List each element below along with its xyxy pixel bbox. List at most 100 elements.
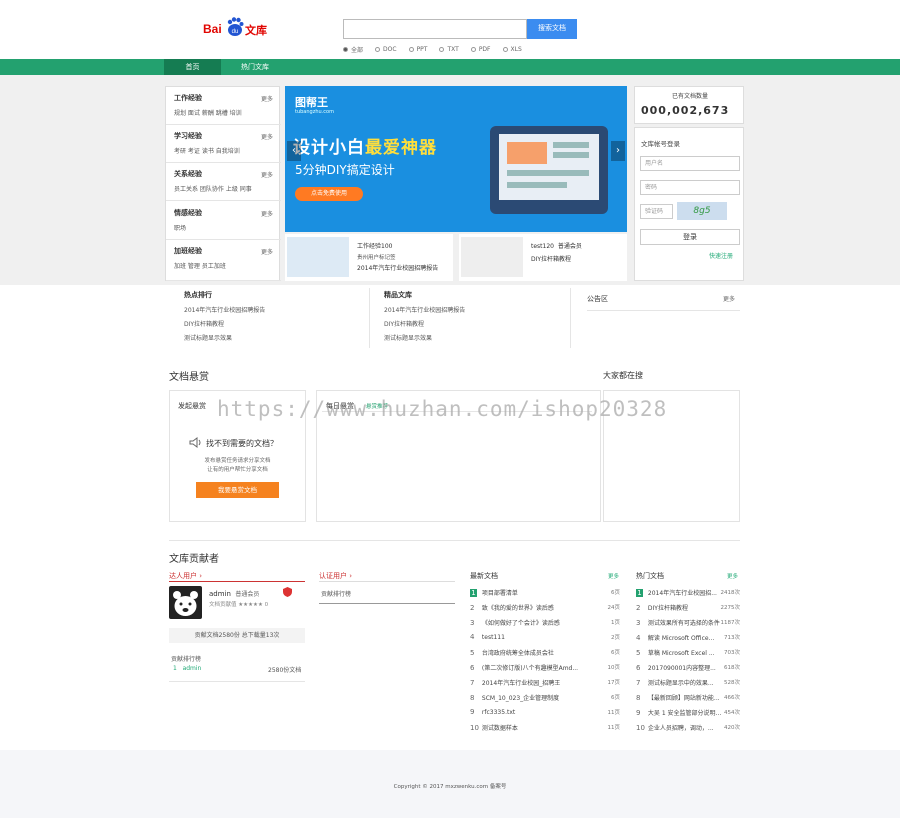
user-name[interactable]: admin <box>209 590 231 598</box>
hot-link[interactable]: 2014年汽车行业校园招聘报告 <box>184 305 265 314</box>
category-title[interactable]: 情感经验 <box>174 208 273 218</box>
category-more-link[interactable]: 更多 <box>261 132 273 141</box>
category-links[interactable]: 考研 考证 读书 自我培训 <box>174 146 273 155</box>
featured-link[interactable]: 2014年汽车行业校园招聘报告 <box>384 305 465 314</box>
filter-ppt[interactable]: PPT <box>408 44 427 54</box>
category-links[interactable]: 规划 面试 薪酬 跳槽 培训 <box>174 108 273 117</box>
list-item[interactable]: 4 解读 Microsoft Office... 713次 <box>636 633 740 646</box>
filter-xls[interactable]: XLS <box>502 44 522 54</box>
doc-title[interactable]: (第二次修订版)八个有趣模型Amd... <box>482 665 578 672</box>
list-item[interactable]: 3 测试效果所有可选择的条件 1187次 <box>636 618 740 631</box>
category-title[interactable]: 工作经验 <box>174 93 273 103</box>
latest-more-link[interactable]: 更多 <box>608 572 619 580</box>
hot-link[interactable]: 测试标题显示效果 <box>184 333 265 342</box>
doc-title[interactable]: 【最新回顾】网站新功能... <box>648 695 720 702</box>
register-link[interactable]: 快速注册 <box>709 251 733 260</box>
list-item[interactable]: 2 DIY拉杆箱教程 2275次 <box>636 603 740 616</box>
filter-txt[interactable]: TXT <box>439 44 459 54</box>
category-links[interactable]: 职场 <box>174 223 273 232</box>
doc-title[interactable]: 台湾政府统筹全体成员会社 <box>482 650 554 657</box>
avatar[interactable] <box>169 586 202 619</box>
password-field[interactable]: 密码 <box>640 180 740 195</box>
certified-users-tab[interactable]: 认证用户 › <box>319 571 352 581</box>
doc-title[interactable]: DIY拉杆箱教程 <box>648 605 688 612</box>
featured-link[interactable]: DIY拉杆箱教程 <box>384 319 465 328</box>
list-item[interactable]: 6 (第二次修订版)八个有趣模型Amd... 10页 <box>470 663 620 676</box>
doc-title[interactable]: 致《我的爱的世界》读后感 <box>482 605 554 612</box>
list-item[interactable]: 1 项目部署清单 6页 <box>470 588 620 601</box>
category-links[interactable]: 加班 管理 员工加班 <box>174 261 273 270</box>
doc-title[interactable]: 测试效果所有可选择的条件 <box>648 620 720 627</box>
filter-doc[interactable]: DOC <box>375 44 397 54</box>
doc-title[interactable]: 大吴 1 安全监管部分说明... <box>648 710 721 717</box>
login-button[interactable]: 登录 <box>640 229 740 245</box>
radio-icon[interactable] <box>375 46 381 52</box>
list-item[interactable]: 5 台湾政府统筹全体成员会社 6页 <box>470 648 620 661</box>
notice-more-link[interactable]: 更多 <box>723 294 735 303</box>
username-field[interactable]: 用户名 <box>640 156 740 171</box>
category-title[interactable]: 学习经验 <box>174 131 273 141</box>
doc-title[interactable]: 解读 Microsoft Office... <box>648 635 714 642</box>
captcha-field[interactable]: 验证码 <box>640 204 673 219</box>
list-item[interactable]: 5 草稿 Microsoft Excel ... 703次 <box>636 648 740 661</box>
certified-rank-tab[interactable]: 贡献排行榜 <box>321 589 351 598</box>
doc-title[interactable]: 2017090001内容整理... <box>648 665 716 672</box>
nav-hot-library[interactable]: 热门文库 <box>225 59 285 75</box>
rank-row[interactable]: 1 admin <box>173 665 201 672</box>
list-item[interactable]: 8 SCM_10_023_企业管理制度 6页 <box>470 693 620 706</box>
category-more-link[interactable]: 更多 <box>261 247 273 256</box>
list-item[interactable]: 4 test111 2页 <box>470 633 620 646</box>
category-title[interactable]: 加班经验 <box>174 246 273 256</box>
banner-cta-button[interactable]: 点击免费使用 <box>295 187 363 201</box>
doc-title[interactable]: 草稿 Microsoft Excel ... <box>648 650 715 657</box>
doc-title[interactable]: SCM_10_023_企业管理制度 <box>482 695 559 702</box>
nav-home[interactable]: 首页 <box>164 59 221 75</box>
list-item[interactable]: 9 rfc3335.txt 11页 <box>470 708 620 721</box>
radio-icon[interactable] <box>470 46 476 52</box>
doc-thumb[interactable]: test120 普通会员 DIY拉杆箱教程 <box>459 234 627 281</box>
hot-docs-more-link[interactable]: 更多 <box>727 572 738 580</box>
list-item[interactable]: 10 企业人员招聘，调动，... 420次 <box>636 723 740 736</box>
search-button[interactable]: 搜索文档 <box>527 19 577 39</box>
list-item[interactable]: 3 《如何做好了个会计》读后感 1页 <box>470 618 620 631</box>
doc-thumb[interactable]: 工作经验100 贵州用户标记签 2014年汽车行业校园招聘报告 <box>285 234 453 281</box>
doc-title[interactable]: 项目部署清单 <box>482 590 518 597</box>
doc-title[interactable]: 测试数据样本 <box>482 725 518 732</box>
radio-icon[interactable] <box>502 46 508 52</box>
radio-icon[interactable] <box>439 46 445 52</box>
category-more-link[interactable]: 更多 <box>261 170 273 179</box>
list-item[interactable]: 7 测试标题显示中的效果... 528次 <box>636 678 740 691</box>
category-links[interactable]: 员工关系 团队协作 上级 同事 <box>174 184 273 193</box>
featured-link[interactable]: 测试标题显示效果 <box>384 333 465 342</box>
list-item[interactable]: 7 2014年汽车行业校园_招聘王 17页 <box>470 678 620 691</box>
list-item[interactable]: 1 2014年汽车行业校园招... 2418次 <box>636 588 740 601</box>
doc-title[interactable]: 2014年汽车行业校园_招聘王 <box>482 680 560 687</box>
list-item[interactable]: 6 2017090001内容整理... 618次 <box>636 663 740 676</box>
category-more-link[interactable]: 更多 <box>261 94 273 103</box>
promo-banner[interactable]: 图帮王 tubangzhu.com 设计小白最爱神器 5分钟DIY搞定设计 点击… <box>285 86 627 232</box>
hot-link[interactable]: DIY拉杆箱教程 <box>184 319 265 328</box>
list-item[interactable]: 9 大吴 1 安全监管部分说明... 454次 <box>636 708 740 721</box>
category-more-link[interactable]: 更多 <box>261 209 273 218</box>
captcha-image[interactable]: 8g5 <box>677 202 727 220</box>
list-item[interactable]: 10 测试数据样本 11页 <box>470 723 620 736</box>
banner-prev-arrow[interactable]: ‹ <box>287 141 301 161</box>
doc-title[interactable]: rfc3335.txt <box>482 709 515 716</box>
doc-title[interactable]: 2014年汽车行业校园招... <box>648 590 717 597</box>
banner-next-arrow[interactable]: › <box>611 141 625 161</box>
filter-pdf[interactable]: PDF <box>470 44 491 54</box>
doc-title[interactable]: test111 <box>482 634 505 641</box>
baidu-wenku-logo[interactable]: Bai du 文库 <box>203 14 273 44</box>
doc-title[interactable]: 测试标题显示中的效果... <box>648 680 714 687</box>
category-title[interactable]: 关系经验 <box>174 169 273 179</box>
search-input[interactable] <box>343 19 527 39</box>
radio-icon[interactable] <box>408 46 414 52</box>
doc-title[interactable]: 企业人员招聘，调动，... <box>648 725 714 732</box>
post-reward-button[interactable]: 我要悬赏文档 <box>196 482 279 498</box>
list-item[interactable]: 2 致《我的爱的世界》读后感 24页 <box>470 603 620 616</box>
list-item[interactable]: 8 【最新回顾】网站新功能... 466次 <box>636 693 740 706</box>
radio-icon[interactable] <box>343 46 348 52</box>
doc-title[interactable]: 《如何做好了个会计》读后感 <box>482 620 560 627</box>
expert-users-tab[interactable]: 达人用户 › <box>169 571 202 581</box>
filter-全部[interactable]: 全部 <box>343 44 363 54</box>
